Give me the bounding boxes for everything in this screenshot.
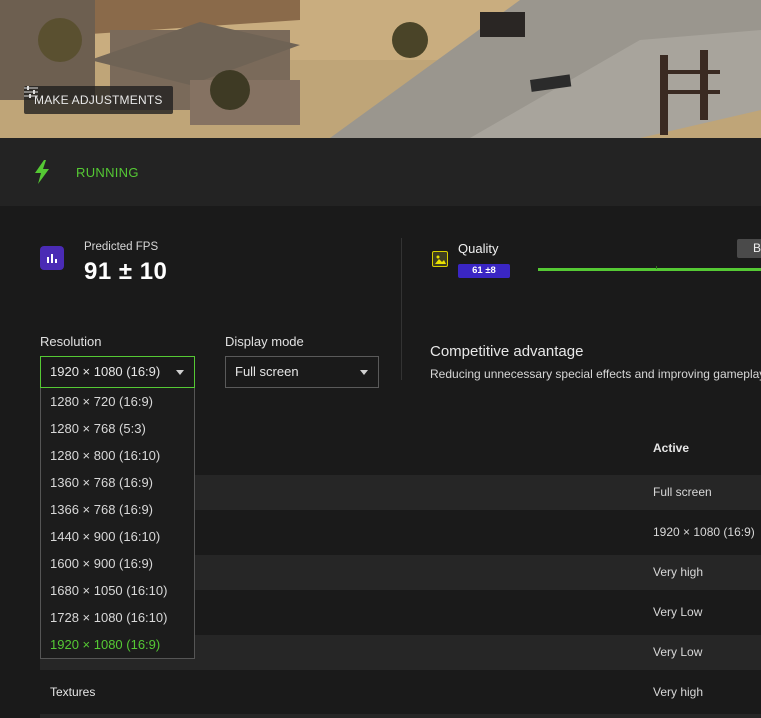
- resolution-option-selected[interactable]: 1920 × 1080 (16:9): [41, 631, 194, 658]
- resolution-select[interactable]: 1920 × 1080 (16:9): [40, 356, 195, 388]
- resolution-option[interactable]: 1600 × 900 (16:9): [41, 550, 194, 577]
- active-column-header: Active: [653, 441, 690, 455]
- setting-active-value: Full screen: [653, 485, 712, 499]
- setting-name: Textures: [50, 685, 96, 699]
- preset-chip[interactable]: B: [737, 239, 761, 258]
- section-divider: [401, 238, 402, 380]
- setting-active-value: Very high: [653, 565, 704, 579]
- game-hero-image: MAKE ADJUSTMENTS: [0, 0, 761, 138]
- chevron-down-icon: [360, 370, 368, 375]
- make-adjustments-button[interactable]: MAKE ADJUSTMENTS: [24, 86, 173, 114]
- setting-active-value: Very Low: [653, 605, 703, 619]
- resolution-option[interactable]: 1360 × 768 (16:9): [41, 469, 194, 496]
- hero-artwork: [0, 0, 761, 138]
- display-mode-select[interactable]: Full screen: [225, 356, 379, 388]
- display-mode-label: Display mode: [225, 334, 304, 349]
- resolution-option[interactable]: 1680 × 1050 (16:10): [41, 577, 194, 604]
- resolution-option[interactable]: 1280 × 800 (16:10): [41, 442, 194, 469]
- resolution-option[interactable]: 1728 × 1080 (16:10): [41, 604, 194, 631]
- status-running-label: RUNNING: [76, 165, 139, 180]
- resolution-option[interactable]: 1280 × 768 (5:3): [41, 415, 194, 442]
- setting-active-value: 1920 × 1080 (16:9): [653, 525, 755, 539]
- quality-slider-tick: [656, 266, 657, 269]
- resolution-dropdown-menu: 1280 × 720 (16:9) 1280 × 768 (5:3) 1280 …: [40, 388, 195, 659]
- make-adjustments-label: MAKE ADJUSTMENTS: [34, 93, 163, 107]
- quality-slider-track[interactable]: [538, 266, 761, 271]
- predicted-fps-label: Predicted FPS: [84, 241, 159, 253]
- resolution-option[interactable]: 1440 × 900 (16:10): [41, 523, 194, 550]
- display-mode-selected-value: Full screen: [235, 364, 299, 379]
- resolution-option[interactable]: 1280 × 720 (16:9): [41, 388, 194, 415]
- resolution-option[interactable]: 1366 × 768 (16:9): [41, 496, 194, 523]
- lightning-bolt-icon: [35, 160, 49, 184]
- quality-score-badge: 61 ±8: [458, 264, 510, 278]
- resolution-label: Resolution: [40, 334, 102, 349]
- setting-active-value: Very high: [653, 685, 704, 699]
- competitive-advantage-description: Reducing unnecessary special effects and…: [430, 367, 761, 381]
- fps-chart-icon: [40, 246, 64, 270]
- chevron-down-icon: [176, 370, 184, 375]
- quality-label: Quality: [458, 241, 499, 256]
- predicted-fps-value: 91 ± 10: [84, 258, 168, 285]
- table-row-partial: [40, 714, 761, 718]
- table-row[interactable]: Textures Very high: [40, 675, 761, 710]
- competitive-advantage-title: Competitive advantage: [430, 343, 584, 360]
- sliders-icon: [24, 86, 38, 98]
- setting-active-value: Very Low: [653, 645, 703, 659]
- quality-image-icon: [432, 251, 448, 267]
- resolution-selected-value: 1920 × 1080 (16:9): [50, 364, 161, 379]
